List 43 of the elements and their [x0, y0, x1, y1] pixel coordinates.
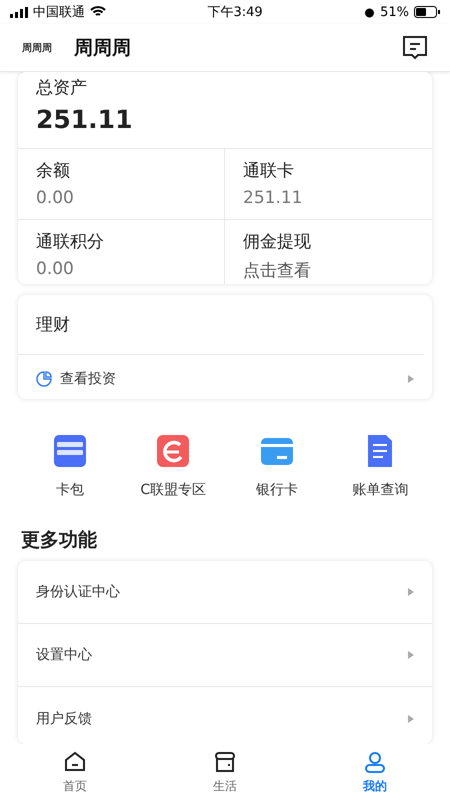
home-icon — [63, 750, 87, 774]
view-link[interactable]: 点击查看 — [243, 259, 414, 282]
asset-label: 佣金提现 — [243, 231, 312, 253]
pie-chart-icon — [36, 370, 52, 387]
menu-item[interactable]: 用户反馈 — [36, 710, 400, 728]
page-title: 周周周 — [74, 36, 132, 60]
app-logo: 周周周 — [22, 42, 53, 54]
asset-label: 余额 — [36, 160, 71, 182]
caret-icon — [408, 588, 414, 596]
message-icon[interactable] — [402, 34, 428, 60]
section-title: 更多功能 — [21, 528, 98, 554]
menu-item[interactable]: 设置中心 — [36, 646, 400, 664]
card-title: 总资产 — [36, 77, 88, 99]
battery-icon — [414, 6, 440, 18]
user-icon — [363, 750, 387, 774]
clock-time: 下午3:49 — [207, 4, 263, 21]
shortcut-label[interactable]: 账单查询 — [352, 481, 408, 500]
asset-value: 0.00 — [36, 188, 75, 208]
wallet-icon — [52, 433, 88, 470]
battery-percent: 51% — [380, 4, 409, 20]
tab-item[interactable]: 生活 — [150, 744, 300, 800]
caret-icon — [408, 714, 414, 723]
tab-item[interactable]: 首页 — [0, 744, 150, 800]
asset-value: 0.00 — [36, 259, 75, 279]
section-title: 理财 — [36, 314, 70, 336]
tab-item[interactable]: 我的 — [300, 744, 450, 800]
menu-item[interactable]: 身份认证中心 — [36, 583, 400, 602]
total-assets: 251.11 — [36, 105, 134, 134]
caret-icon — [408, 651, 414, 660]
asset-value: 251.11 — [243, 188, 304, 208]
wifi-icon — [90, 6, 106, 18]
shortcut-label[interactable]: 银行卡 — [256, 481, 298, 500]
caret-icon — [408, 374, 414, 383]
shortcut-label[interactable]: 卡包 — [56, 481, 84, 500]
asset-label: 通联卡 — [243, 160, 295, 182]
shortcut-label[interactable]: C联盟专区 — [140, 481, 206, 500]
shop-icon — [213, 750, 237, 774]
view-investment-link[interactable]: 查看投资 — [60, 370, 400, 388]
alliance-logo-icon — [155, 433, 192, 470]
asset-label: 通联积分 — [36, 231, 105, 253]
signal-icon — [10, 6, 28, 18]
alarm-icon — [364, 6, 376, 18]
carrier-name: 中国联通 — [33, 4, 85, 21]
